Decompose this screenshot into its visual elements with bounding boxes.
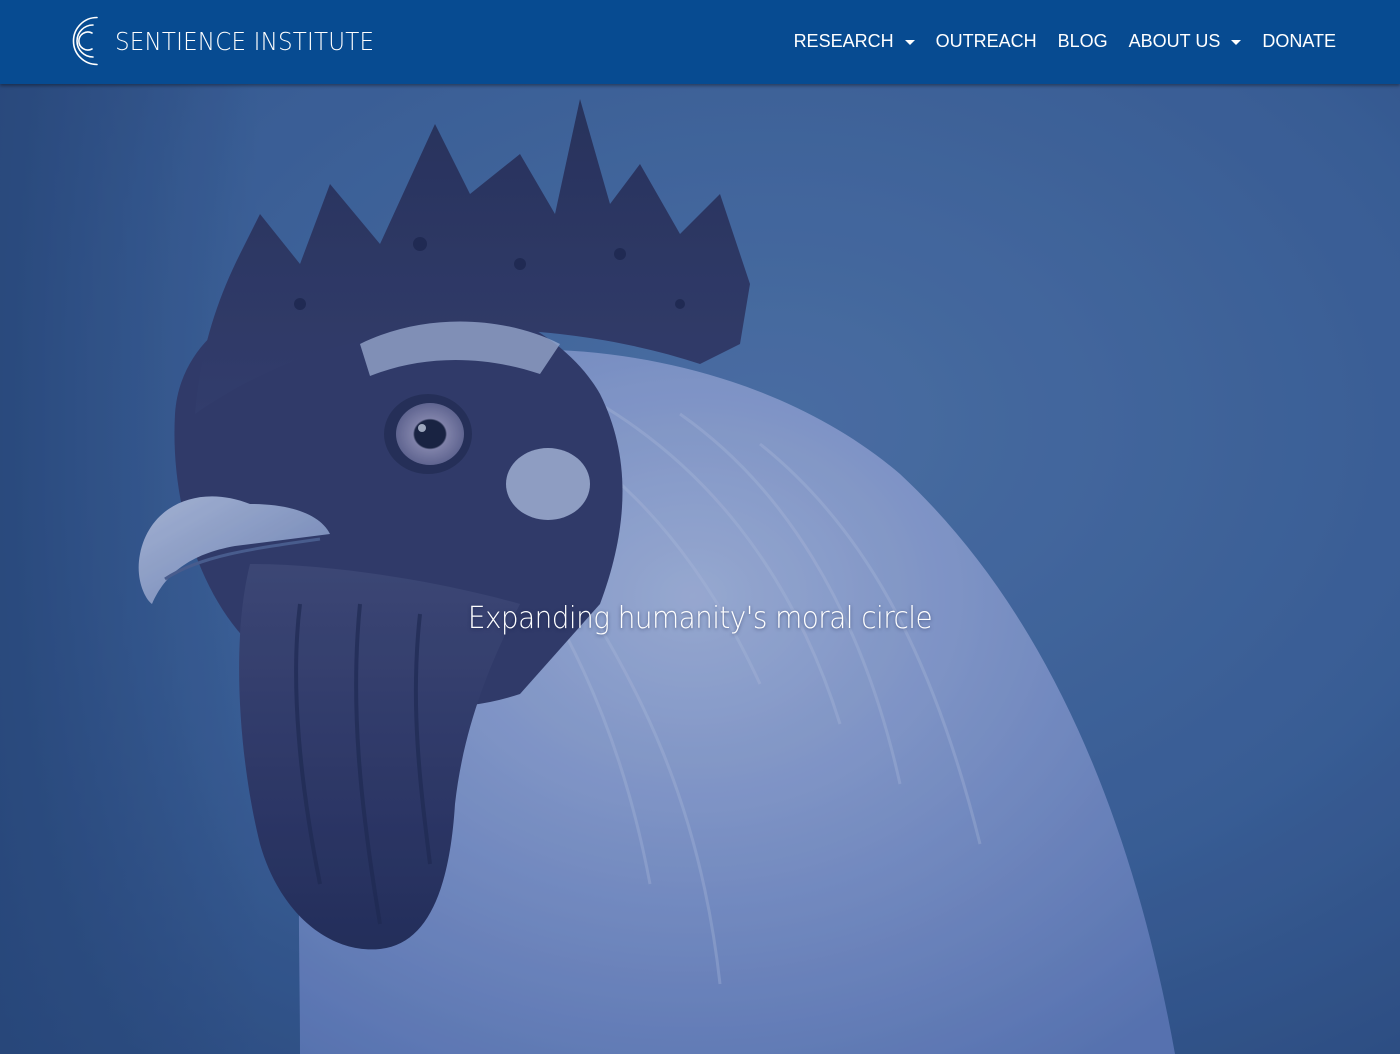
nav-item-research[interactable]: RESEARCH: [794, 28, 915, 54]
nav-item-label: OUTREACH: [935, 31, 1037, 51]
main-nav: RESEARCH OUTREACH BLOG ABOUT US DONATE: [794, 28, 1336, 54]
nav-item-about-us[interactable]: ABOUT US: [1129, 28, 1242, 54]
nav-item-outreach[interactable]: OUTREACH: [936, 28, 1037, 54]
hero-section: Expanding humanity's moral circle: [0, 84, 1400, 1054]
nav-item-label: ABOUT US: [1128, 31, 1221, 51]
nav-item-blog[interactable]: BLOG: [1058, 28, 1108, 54]
concentric-arcs-logo-icon: [72, 16, 98, 66]
nav-item-label: DONATE: [1262, 31, 1336, 51]
nav-item-donate[interactable]: DONATE: [1262, 28, 1336, 54]
nav-item-label: BLOG: [1057, 31, 1108, 51]
caret-down-icon: [1231, 39, 1242, 45]
hero-tagline: Expanding humanity's moral circle: [467, 601, 933, 637]
nav-item-label: RESEARCH: [793, 31, 894, 51]
brand-home-link[interactable]: SENTIENCE INSTITUTE: [57, 11, 397, 71]
hero-tint-overlay: [0, 84, 1400, 1054]
brand-name: SENTIENCE INSTITUTE: [115, 26, 375, 56]
top-navbar: SENTIENCE INSTITUTE RESEARCH OUTREACH BL…: [0, 0, 1400, 84]
page: SENTIENCE INSTITUTE RESEARCH OUTREACH BL…: [0, 0, 1400, 1054]
caret-down-icon: [904, 39, 915, 45]
